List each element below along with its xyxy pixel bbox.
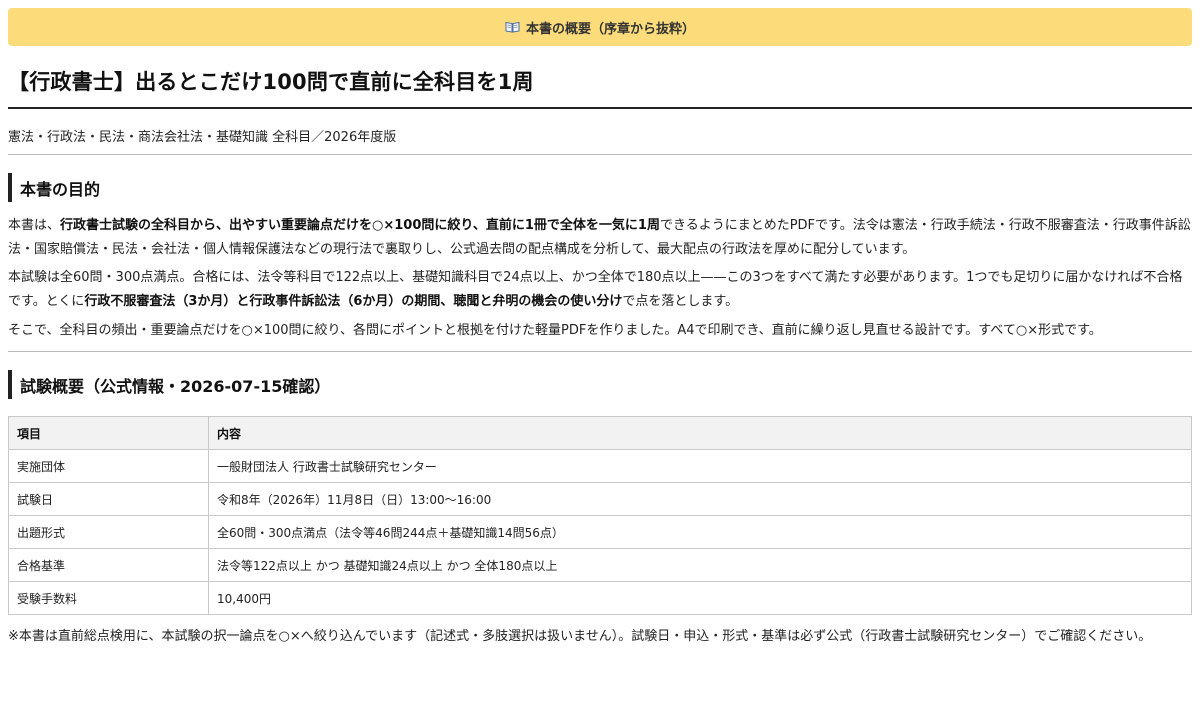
purpose-heading: 本書の目的 xyxy=(8,173,1192,202)
table-header-content: 内容 xyxy=(208,416,1192,450)
section-divider xyxy=(8,154,1192,155)
purpose-paragraph-3: そこで、全科目の頻出・重要論点だけを○×100問に絞り、各問にポイントと根拠を付… xyxy=(8,323,1102,338)
table-header-row: 項目 内容 xyxy=(8,416,1192,450)
table-cell-label: 受験手数料 xyxy=(8,581,209,615)
footnote: ※本書は直前総点検用に、本試験の択一論点を○×へ絞り込んでいます（記述式・多肢選… xyxy=(8,629,1152,644)
purpose-p2-text-c: で点を落とします。 xyxy=(622,294,739,309)
purpose-p1-bold: 行政書士試験の全科目から、出やすい重要論点だけを○×100問に絞り、直前に1冊で… xyxy=(60,218,660,233)
table-cell-value: 全60問・300点満点（法令等46問244点＋基礎知識14問56点） xyxy=(208,515,1192,549)
page-subtitle: 憲法・行政法・民法・商法会社法・基礎知識 全科目／2026年度版 xyxy=(8,130,397,145)
table-row: 受験手数料 10,400円 xyxy=(8,581,1192,615)
purpose-p2-bold: 行政不服審査法（3か月）と行政事件訴訟法（6か月）の期間、聴聞と弁明の機会の使い… xyxy=(84,294,623,309)
table-row: 実施団体 一般財団法人 行政書士試験研究センター xyxy=(8,449,1192,483)
summary-banner: 本書の概要（序章から抜粋） xyxy=(8,8,1192,46)
table-cell-value: 令和8年（2026年）11月8日（日）13:00〜16:00 xyxy=(208,482,1192,516)
table-cell-label: 合格基準 xyxy=(8,548,209,582)
book-icon xyxy=(505,21,520,33)
section-divider xyxy=(8,351,1192,352)
table-cell-label: 試験日 xyxy=(8,482,209,516)
exam-overview-heading: 試験概要（公式情報・2026-07-15確認） xyxy=(8,370,1192,399)
purpose-paragraph-2: 本試験は全60問・300点満点。合格には、法令等科目で122点以上、基礎知識科目… xyxy=(8,266,1192,314)
table-cell-label: 出題形式 xyxy=(8,515,209,549)
table-cell-value: 10,400円 xyxy=(208,581,1192,615)
purpose-paragraph-1: 本書は、行政書士試験の全科目から、出やすい重要論点だけを○×100問に絞り、直前… xyxy=(8,214,1192,262)
page-title: 【行政書士】出るとこだけ100問で直前に全科目を1周 xyxy=(8,70,534,94)
table-cell-value: 一般財団法人 行政書士試験研究センター xyxy=(208,449,1192,483)
table-header-item: 項目 xyxy=(8,416,209,450)
table-row: 出題形式 全60問・300点満点（法令等46問244点＋基礎知識14問56点） xyxy=(8,515,1192,549)
purpose-p1-text-a: 本書は、 xyxy=(8,218,61,233)
table-row: 試験日 令和8年（2026年）11月8日（日）13:00〜16:00 xyxy=(8,482,1192,516)
title-divider xyxy=(8,107,1192,109)
exam-overview-table: 項目 内容 実施団体 一般財団法人 行政書士試験研究センター 試験日 令和8年（… xyxy=(8,416,1192,615)
table-row: 合格基準 法令等122点以上 かつ 基礎知識24点以上 かつ 全体180点以上 xyxy=(8,548,1192,582)
table-cell-label: 実施団体 xyxy=(8,449,209,483)
table-cell-value: 法令等122点以上 かつ 基礎知識24点以上 かつ 全体180点以上 xyxy=(208,548,1192,582)
banner-text: 本書の概要（序章から抜粋） xyxy=(525,21,695,37)
